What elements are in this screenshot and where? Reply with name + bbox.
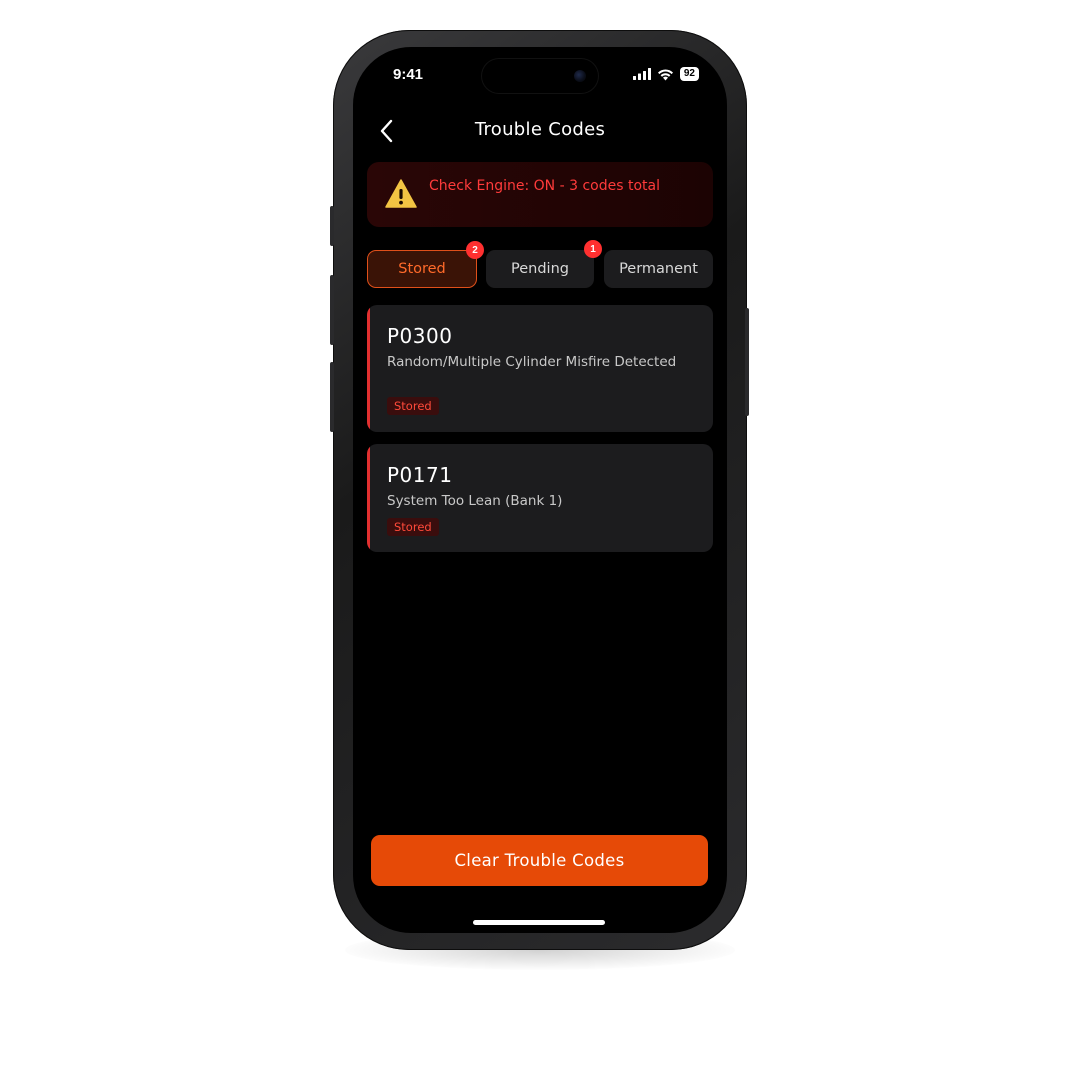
tab-permanent[interactable]: Permanent [604,250,713,288]
code-id: P0171 [387,463,453,487]
status-time: 9:41 [393,66,424,83]
page-title: Trouble Codes [474,119,606,140]
code-status-tag: Stored [387,397,439,415]
code-status-tag: Stored [387,518,439,536]
trouble-code-card[interactable]: P0171 System Too Lean (Bank 1) Stored [367,444,713,552]
severity-accent [367,305,370,432]
tab-stored[interactable]: Stored 2 [367,241,484,288]
stage: 9:41 92 Trouble Codes Check Engine: ON -… [0,0,1080,1080]
camera-icon [574,70,586,82]
action-button [330,206,334,246]
tab-label: Permanent [619,261,698,277]
status-icons: 92 [632,67,699,81]
check-engine-alert: Check Engine: ON - 3 codes total [367,162,713,227]
warning-icon [385,179,417,208]
alert-message: Check Engine: ON - 3 codes total [429,178,660,194]
home-indicator[interactable] [473,920,605,925]
signal-icon [632,68,651,80]
code-description: System Too Lean (Bank 1) [387,493,563,509]
clear-codes-button[interactable]: Clear Trouble Codes [371,835,708,886]
power-button [745,308,749,416]
tab-badge: 2 [466,241,484,259]
tab-pending[interactable]: Pending 1 [486,240,602,288]
navigation-bar: Trouble Codes [353,117,727,145]
code-type-tabs: Stored 2 Pending 1 Permanent [367,240,713,288]
code-id: P0300 [387,324,453,348]
tab-label: Stored [398,261,446,277]
tab-label: Pending [511,261,569,277]
volume-up-button [330,275,334,345]
tab-badge: 1 [584,240,602,258]
app-screen: 9:41 92 Trouble Codes Check Engine: ON -… [353,47,727,933]
code-description: Random/Multiple Cylinder Misfire Detecte… [387,354,677,370]
severity-accent [367,444,370,552]
wifi-icon [657,68,673,80]
trouble-code-card[interactable]: P0300 Random/Multiple Cylinder Misfire D… [367,305,713,432]
volume-down-button [330,362,334,432]
battery-indicator: 92 [679,67,699,81]
dynamic-island [482,59,598,93]
